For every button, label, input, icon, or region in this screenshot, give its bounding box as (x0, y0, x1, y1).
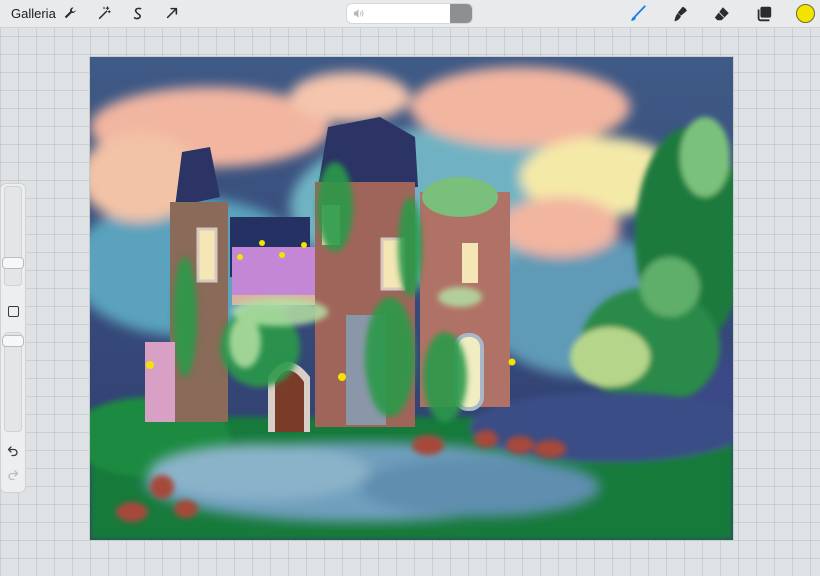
brush-size-thumb[interactable] (3, 258, 23, 268)
transform-arrow-icon[interactable] (162, 3, 182, 23)
opacity-slider[interactable] (3, 332, 23, 432)
volume-indicator (347, 4, 472, 23)
gallery-button[interactable]: Galleria (11, 6, 56, 21)
redo-icon[interactable] (6, 468, 20, 482)
layers-icon[interactable] (753, 3, 775, 25)
left-sidebar (1, 184, 25, 492)
eraser-icon[interactable] (711, 3, 733, 25)
brush-icon[interactable] (627, 3, 649, 25)
volume-level-fill (450, 4, 472, 23)
castle-painting (90, 57, 733, 540)
speaker-icon (353, 9, 364, 18)
undo-icon[interactable] (6, 444, 20, 458)
opacity-thumb[interactable] (3, 336, 23, 346)
magic-wand-icon[interactable] (94, 3, 114, 23)
brush-size-slider[interactable] (3, 186, 23, 286)
selection-icon[interactable] (128, 3, 148, 23)
square-modify-icon[interactable] (8, 306, 19, 317)
top-toolbar: Galleria (0, 0, 820, 28)
smudge-icon[interactable] (669, 3, 691, 25)
wrench-icon[interactable] (60, 3, 80, 23)
color-swatch-button[interactable] (796, 4, 815, 23)
drawing-canvas[interactable] (90, 57, 733, 540)
